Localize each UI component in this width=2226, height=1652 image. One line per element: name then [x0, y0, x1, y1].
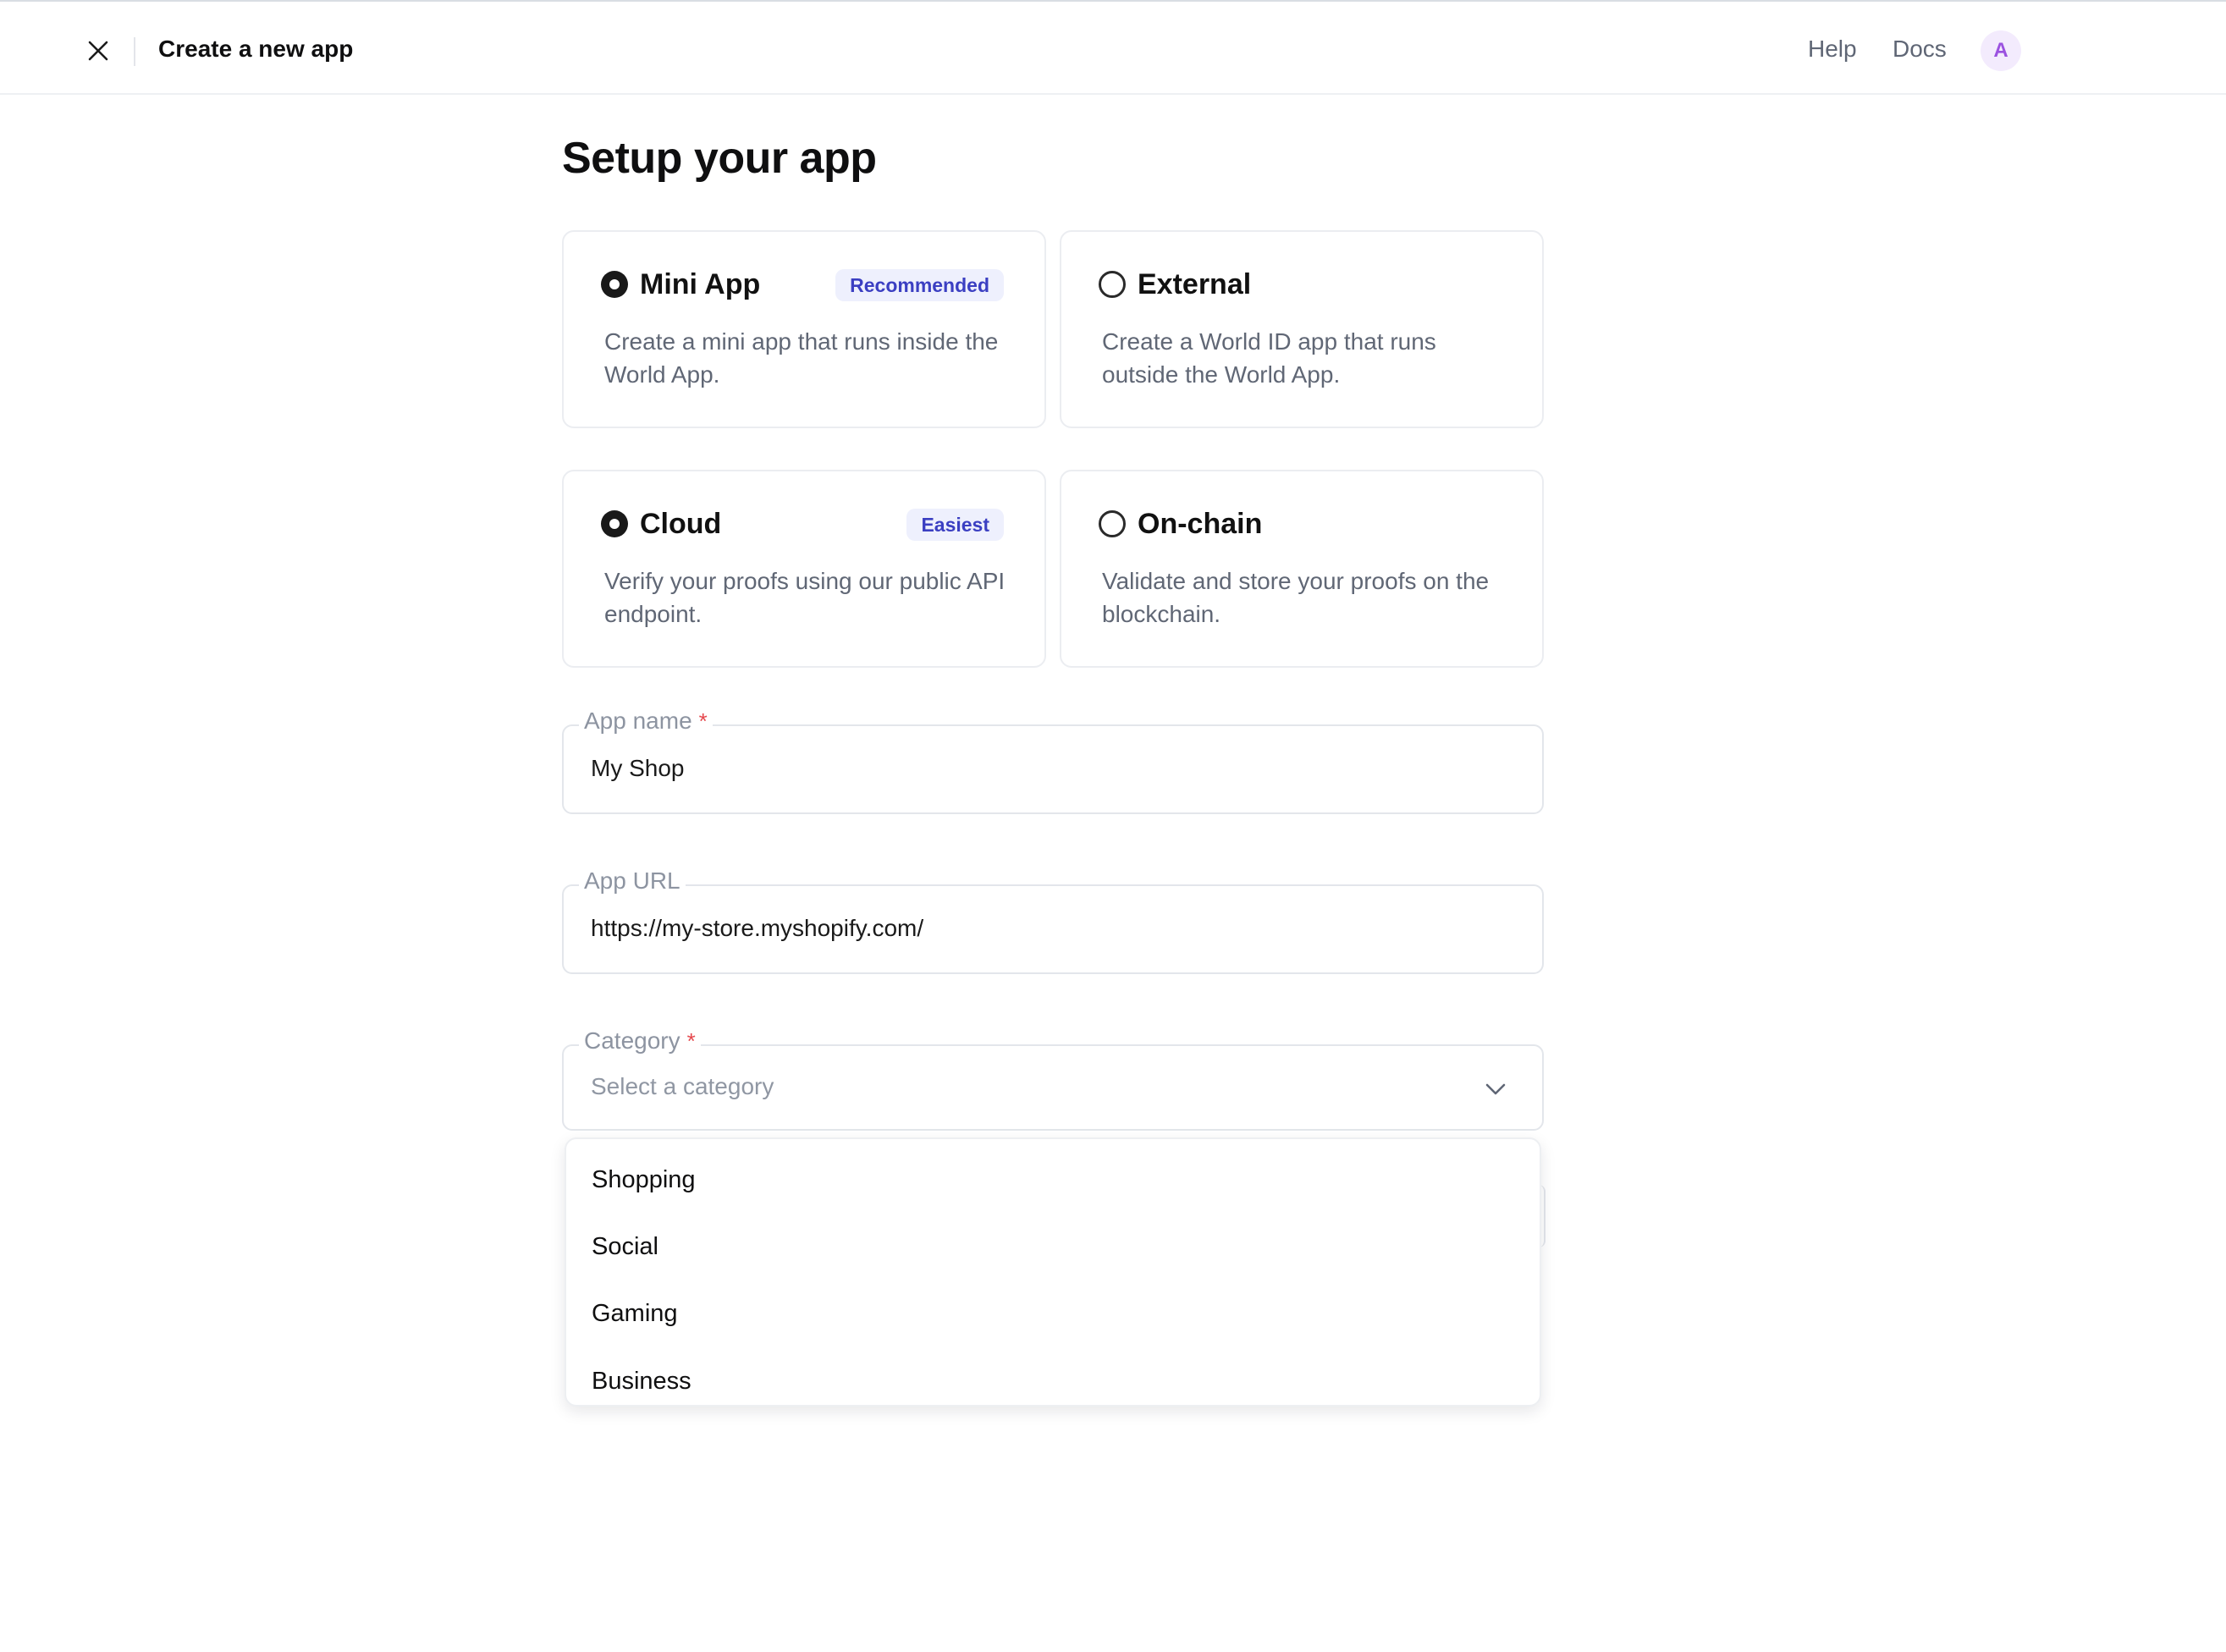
header-divider [134, 37, 135, 66]
category-select[interactable]: Category * Select a category [562, 1024, 1544, 1131]
card-description: Validate and store your proofs on the bl… [1102, 568, 1490, 627]
card-title: External [1138, 268, 1252, 300]
easiest-badge: Easiest [906, 509, 1004, 541]
avatar[interactable]: A [1981, 30, 2021, 71]
card-title: Mini App [640, 268, 761, 300]
close-icon [88, 41, 108, 61]
verification-card-on-chain[interactable]: On-chain Validate and store your proofs … [1060, 470, 1544, 668]
card-title: Cloud [640, 508, 722, 540]
card-description: Verify your proofs using our public API … [604, 568, 1006, 627]
app-name-field[interactable]: App name * [562, 704, 1544, 814]
card-title: On-chain [1138, 508, 1263, 540]
app-url-label: App URL [579, 864, 686, 898]
category-dropdown: Shopping Social Gaming Business [565, 1137, 1541, 1407]
radio-cloud[interactable] [601, 510, 628, 537]
page-title: Setup your app [562, 134, 877, 183]
card-description: Create a mini app that runs inside the W… [604, 328, 999, 388]
app-name-input[interactable] [591, 752, 1505, 785]
app-url-field[interactable]: App URL [562, 864, 1544, 974]
category-option-business[interactable]: Business [592, 1364, 691, 1398]
category-label: Category * [579, 1024, 701, 1058]
app-type-card-external[interactable]: External Create a World ID app that runs… [1060, 230, 1544, 428]
top-bar: Create a new app Help Docs A [0, 2, 2226, 95]
docs-link[interactable]: Docs [1893, 32, 1947, 66]
category-option-social[interactable]: Social [592, 1230, 658, 1264]
required-mark: * [686, 1028, 696, 1054]
category-option-gaming[interactable]: Gaming [592, 1297, 678, 1330]
help-link[interactable]: Help [1808, 32, 1857, 66]
category-placeholder: Select a category [591, 1073, 774, 1099]
app-type-card-mini-app[interactable]: Mini App Recommended Create a mini app t… [562, 230, 1046, 428]
recommended-badge: Recommended [835, 269, 1004, 301]
card-description: Create a World ID app that runs outside … [1102, 328, 1436, 388]
page-header-title: Create a new app [158, 36, 354, 62]
app-url-input[interactable] [591, 911, 1505, 945]
category-option-shopping[interactable]: Shopping [592, 1163, 696, 1197]
verification-card-cloud[interactable]: Cloud Easiest Verify your proofs using o… [562, 470, 1046, 668]
chevron-down-icon [1485, 1083, 1506, 1095]
required-mark: * [698, 708, 708, 734]
app-name-label: App name * [579, 704, 713, 738]
radio-external[interactable] [1099, 271, 1126, 298]
radio-on-chain[interactable] [1099, 510, 1126, 537]
close-button[interactable] [81, 34, 115, 68]
radio-mini-app[interactable] [601, 271, 628, 298]
